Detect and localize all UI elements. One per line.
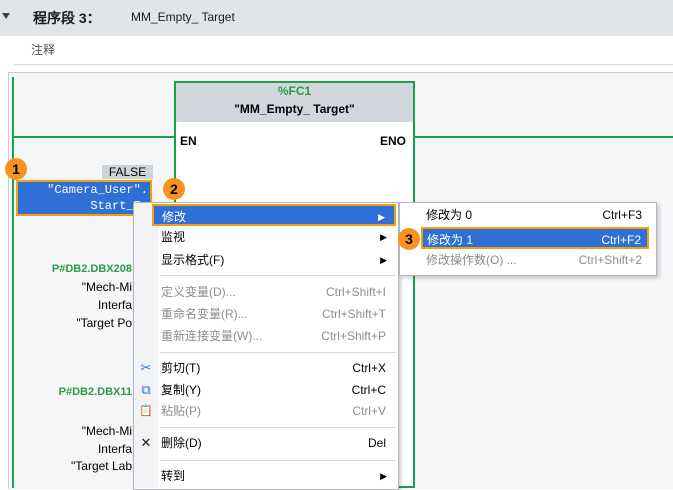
param-line: Interfa bbox=[97, 442, 132, 456]
menu-item-label: 重命名变量(R)... bbox=[161, 307, 248, 321]
submenu-arrow-icon: ▶ bbox=[378, 212, 385, 222]
menu-item-goto[interactable]: 转到 ▶ bbox=[134, 465, 396, 487]
menu-item-label: 修改 bbox=[162, 210, 187, 224]
submenu-item-shortcut: Ctrl+Shift+2 bbox=[578, 253, 642, 267]
menu-item-shortcut: Ctrl+Shift+I bbox=[325, 285, 386, 299]
menu-item-delete[interactable]: ✕ 删除(D) Del bbox=[134, 432, 396, 454]
param-address[interactable]: P#DB2.DBX11 bbox=[20, 386, 132, 398]
submenu-item-label: 修改为 0 bbox=[426, 208, 473, 222]
submenu-item-label: 修改为 1 bbox=[427, 233, 474, 247]
eno-pin: ENO bbox=[380, 134, 407, 148]
variable-line: "Camera_User". bbox=[47, 183, 148, 197]
menu-item-shortcut: Ctrl+V bbox=[352, 404, 386, 418]
copy-icon: ⧉ bbox=[141, 382, 151, 397]
delete-icon: ✕ bbox=[140, 435, 152, 450]
menu-item-shortcut: Del bbox=[367, 436, 386, 450]
variable-line: Start_Em bbox=[90, 199, 148, 213]
menu-item-paste[interactable]: 📋 粘贴(P) Ctrl+V bbox=[134, 400, 396, 422]
menu-item-label: 转到 bbox=[161, 469, 186, 483]
step-badge: 2 bbox=[163, 178, 185, 200]
submenu-item-modify-to-1[interactable]: 修改为 1 Ctrl+F2 bbox=[421, 227, 649, 249]
eno-wire bbox=[415, 136, 673, 138]
step-badge: 3 bbox=[398, 228, 420, 250]
menu-item-shortcut: Ctrl+Shift+T bbox=[321, 307, 386, 321]
menu-item-copy[interactable]: ⧉ 复制(Y) Ctrl+C bbox=[134, 379, 396, 401]
segment-title: 程序段 3： bbox=[33, 10, 101, 26]
menu-separator bbox=[160, 352, 396, 353]
function-block-name[interactable]: "MM_Empty_ Target" bbox=[176, 102, 413, 116]
power-rail bbox=[12, 77, 14, 488]
param-line: "Mech-Mi bbox=[81, 424, 132, 438]
comment-field[interactable] bbox=[14, 36, 673, 65]
selected-variable[interactable]: "Camera_User". Start_Em bbox=[16, 180, 152, 216]
segment-name[interactable]: MM_Empty_ Target bbox=[131, 10, 235, 24]
menu-item-label: 定义变量(D)... bbox=[161, 285, 236, 299]
param-line: Interfa bbox=[97, 298, 132, 312]
submenu-arrow-icon: ▶ bbox=[380, 471, 387, 481]
menu-separator bbox=[160, 427, 396, 428]
comment-label[interactable]: 注释 bbox=[31, 41, 55, 58]
en-pin: EN bbox=[180, 134, 197, 148]
submenu-item-modify-to-0[interactable]: 修改为 0 Ctrl+F3 bbox=[400, 204, 654, 226]
param-line: "Target Lab bbox=[71, 459, 132, 473]
menu-item-define-variable[interactable]: 定义变量(D)... Ctrl+Shift+I bbox=[134, 281, 396, 303]
function-block-type: %FC1 bbox=[277, 84, 312, 98]
en-wire bbox=[14, 136, 174, 138]
menu-item-shortcut: Ctrl+C bbox=[351, 383, 386, 397]
submenu-item-label: 修改操作数(O) ... bbox=[426, 253, 517, 267]
step-badge: 1 bbox=[5, 158, 27, 180]
submenu-item-shortcut: Ctrl+F3 bbox=[602, 208, 642, 222]
monitor-value: FALSE bbox=[102, 165, 153, 179]
menu-item-modify[interactable]: 修改 ▶ bbox=[152, 204, 396, 226]
menu-item-label: 粘贴(P) bbox=[161, 404, 201, 418]
param-address[interactable]: P#DB2.DBX208 bbox=[20, 263, 132, 275]
menu-item-label: 显示格式(F) bbox=[161, 253, 225, 267]
submenu-item-shortcut: Ctrl+F2 bbox=[601, 233, 641, 247]
menu-item-shortcut: Ctrl+Shift+P bbox=[321, 329, 386, 343]
param-line: "Mech-Mi bbox=[81, 280, 132, 294]
submenu-item-modify-operand[interactable]: 修改操作数(O) ... Ctrl+Shift+2 bbox=[400, 249, 654, 271]
menu-separator bbox=[160, 460, 396, 461]
menu-item-rewire-variable[interactable]: 重新连接变量(W)... Ctrl+Shift+P bbox=[134, 325, 396, 347]
menu-item-display-format[interactable]: 显示格式(F) ▶ bbox=[134, 249, 396, 271]
menu-item-cut[interactable]: ✂ 剪切(T) Ctrl+X bbox=[134, 357, 396, 379]
segment-header bbox=[0, 0, 673, 36]
paste-icon: 📋 bbox=[139, 405, 153, 417]
menu-separator bbox=[160, 275, 396, 276]
menu-item-label: 剪切(T) bbox=[161, 361, 201, 375]
param-line: "Target Po bbox=[76, 316, 132, 330]
menu-item-label: 监视 bbox=[161, 230, 186, 244]
menu-item-monitor[interactable]: 监视 ▶ bbox=[134, 226, 396, 248]
menu-item-rename-variable[interactable]: 重命名变量(R)... Ctrl+Shift+T bbox=[134, 303, 396, 325]
scissors-icon: ✂ bbox=[140, 360, 152, 375]
menu-item-label: 复制(Y) bbox=[161, 383, 201, 397]
menu-item-label: 删除(D) bbox=[161, 436, 202, 450]
menu-item-label: 重新连接变量(W)... bbox=[161, 329, 263, 343]
collapse-triangle-icon[interactable] bbox=[2, 13, 10, 19]
submenu-arrow-icon: ▶ bbox=[380, 255, 387, 265]
menu-item-shortcut: Ctrl+X bbox=[352, 361, 386, 375]
submenu-arrow-icon: ▶ bbox=[380, 232, 387, 242]
